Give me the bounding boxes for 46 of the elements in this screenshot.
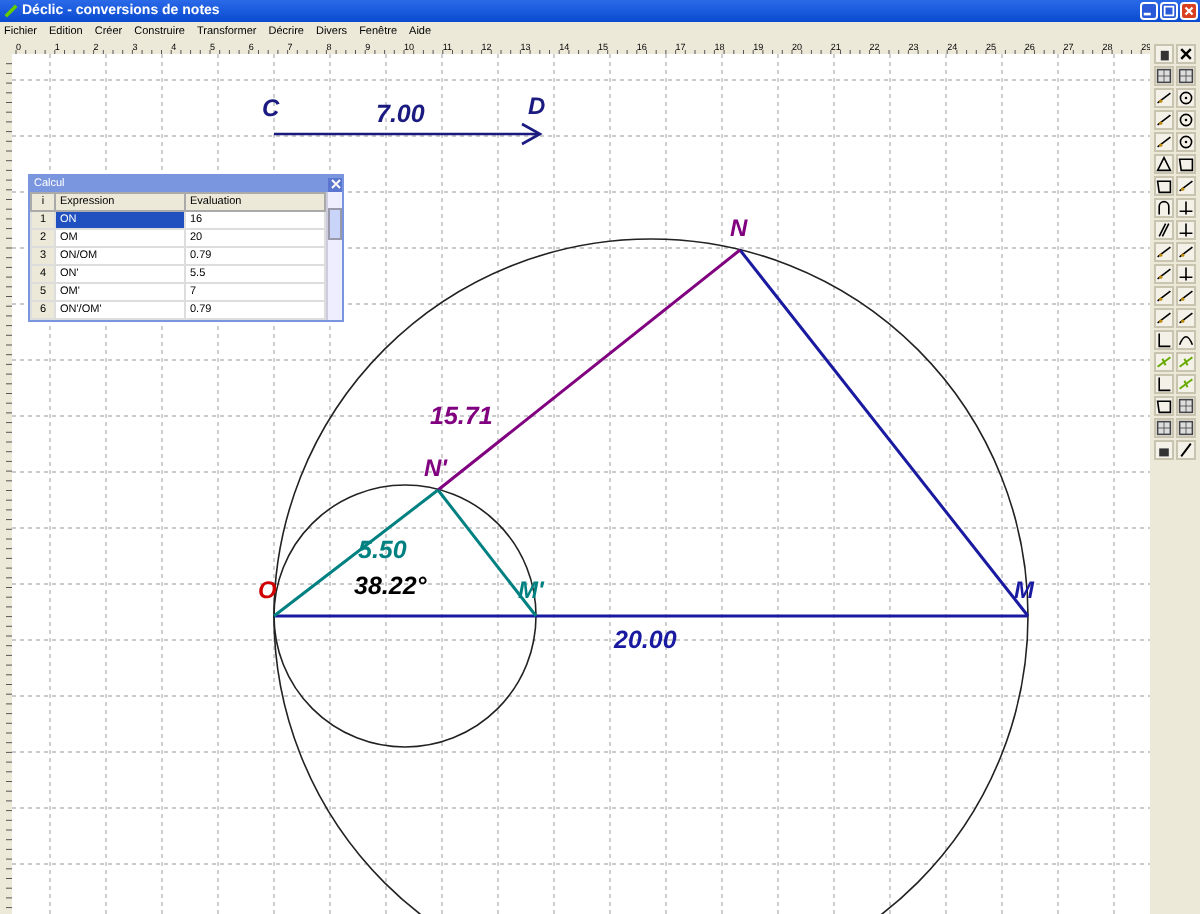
measure-label: 5.50 — [358, 536, 407, 564]
point-label: D — [528, 92, 546, 120]
parallel-icon[interactable] — [1154, 220, 1174, 240]
angle-icon[interactable] — [1154, 374, 1174, 394]
point-line-icon[interactable] — [1154, 308, 1174, 328]
circle-point-icon[interactable] — [1176, 88, 1196, 108]
triangle-icon[interactable] — [1154, 154, 1174, 174]
cross-icon[interactable] — [1176, 198, 1196, 218]
point-line-icon[interactable] — [1176, 308, 1196, 328]
circle-icon[interactable] — [1176, 132, 1196, 152]
segment-icon[interactable] — [1154, 132, 1174, 152]
maximize-icon — [1162, 4, 1176, 18]
perpendicular-icon[interactable] — [1176, 220, 1196, 240]
grid-icon[interactable] — [1154, 418, 1174, 438]
perpendicular-icon[interactable] — [1176, 264, 1196, 284]
point-line-icon[interactable] — [1154, 88, 1174, 108]
grid-icon[interactable] — [1176, 396, 1196, 416]
line-icon[interactable] — [1176, 176, 1196, 196]
grid-icon[interactable] — [1176, 66, 1196, 86]
close-icon[interactable] — [1176, 44, 1196, 64]
maximize-button[interactable] — [1160, 2, 1178, 20]
minimize-button[interactable] — [1140, 2, 1158, 20]
grid-icon[interactable] — [1154, 66, 1174, 86]
close-button[interactable] — [1180, 2, 1198, 20]
close-icon — [329, 178, 341, 190]
measure-label: 38.22° — [354, 572, 427, 600]
pencil-icon — [4, 4, 18, 18]
close-button[interactable] — [328, 177, 342, 191]
circle-icon[interactable] — [1176, 110, 1196, 130]
polygon-icon[interactable] — [1176, 154, 1196, 174]
measure-label: 15.71 — [430, 402, 493, 430]
point-label: N — [730, 214, 748, 242]
point-label: N' — [424, 454, 448, 482]
frame-icon[interactable] — [1154, 396, 1174, 416]
curve-icon[interactable] — [1176, 330, 1196, 350]
close-icon — [1182, 4, 1196, 18]
pencil-icon[interactable] — [1176, 440, 1196, 460]
measure-label: 7.00 — [376, 100, 425, 128]
grid-icon[interactable] — [1176, 418, 1196, 438]
point-label: C — [262, 94, 280, 122]
arc-icon[interactable] — [1154, 198, 1174, 218]
angle-icon[interactable] — [1154, 330, 1174, 350]
measure-label: 20.00 — [614, 626, 677, 654]
square-icon[interactable] — [1154, 176, 1174, 196]
scrollbar[interactable] — [326, 192, 342, 320]
line-icon[interactable] — [1154, 110, 1174, 130]
